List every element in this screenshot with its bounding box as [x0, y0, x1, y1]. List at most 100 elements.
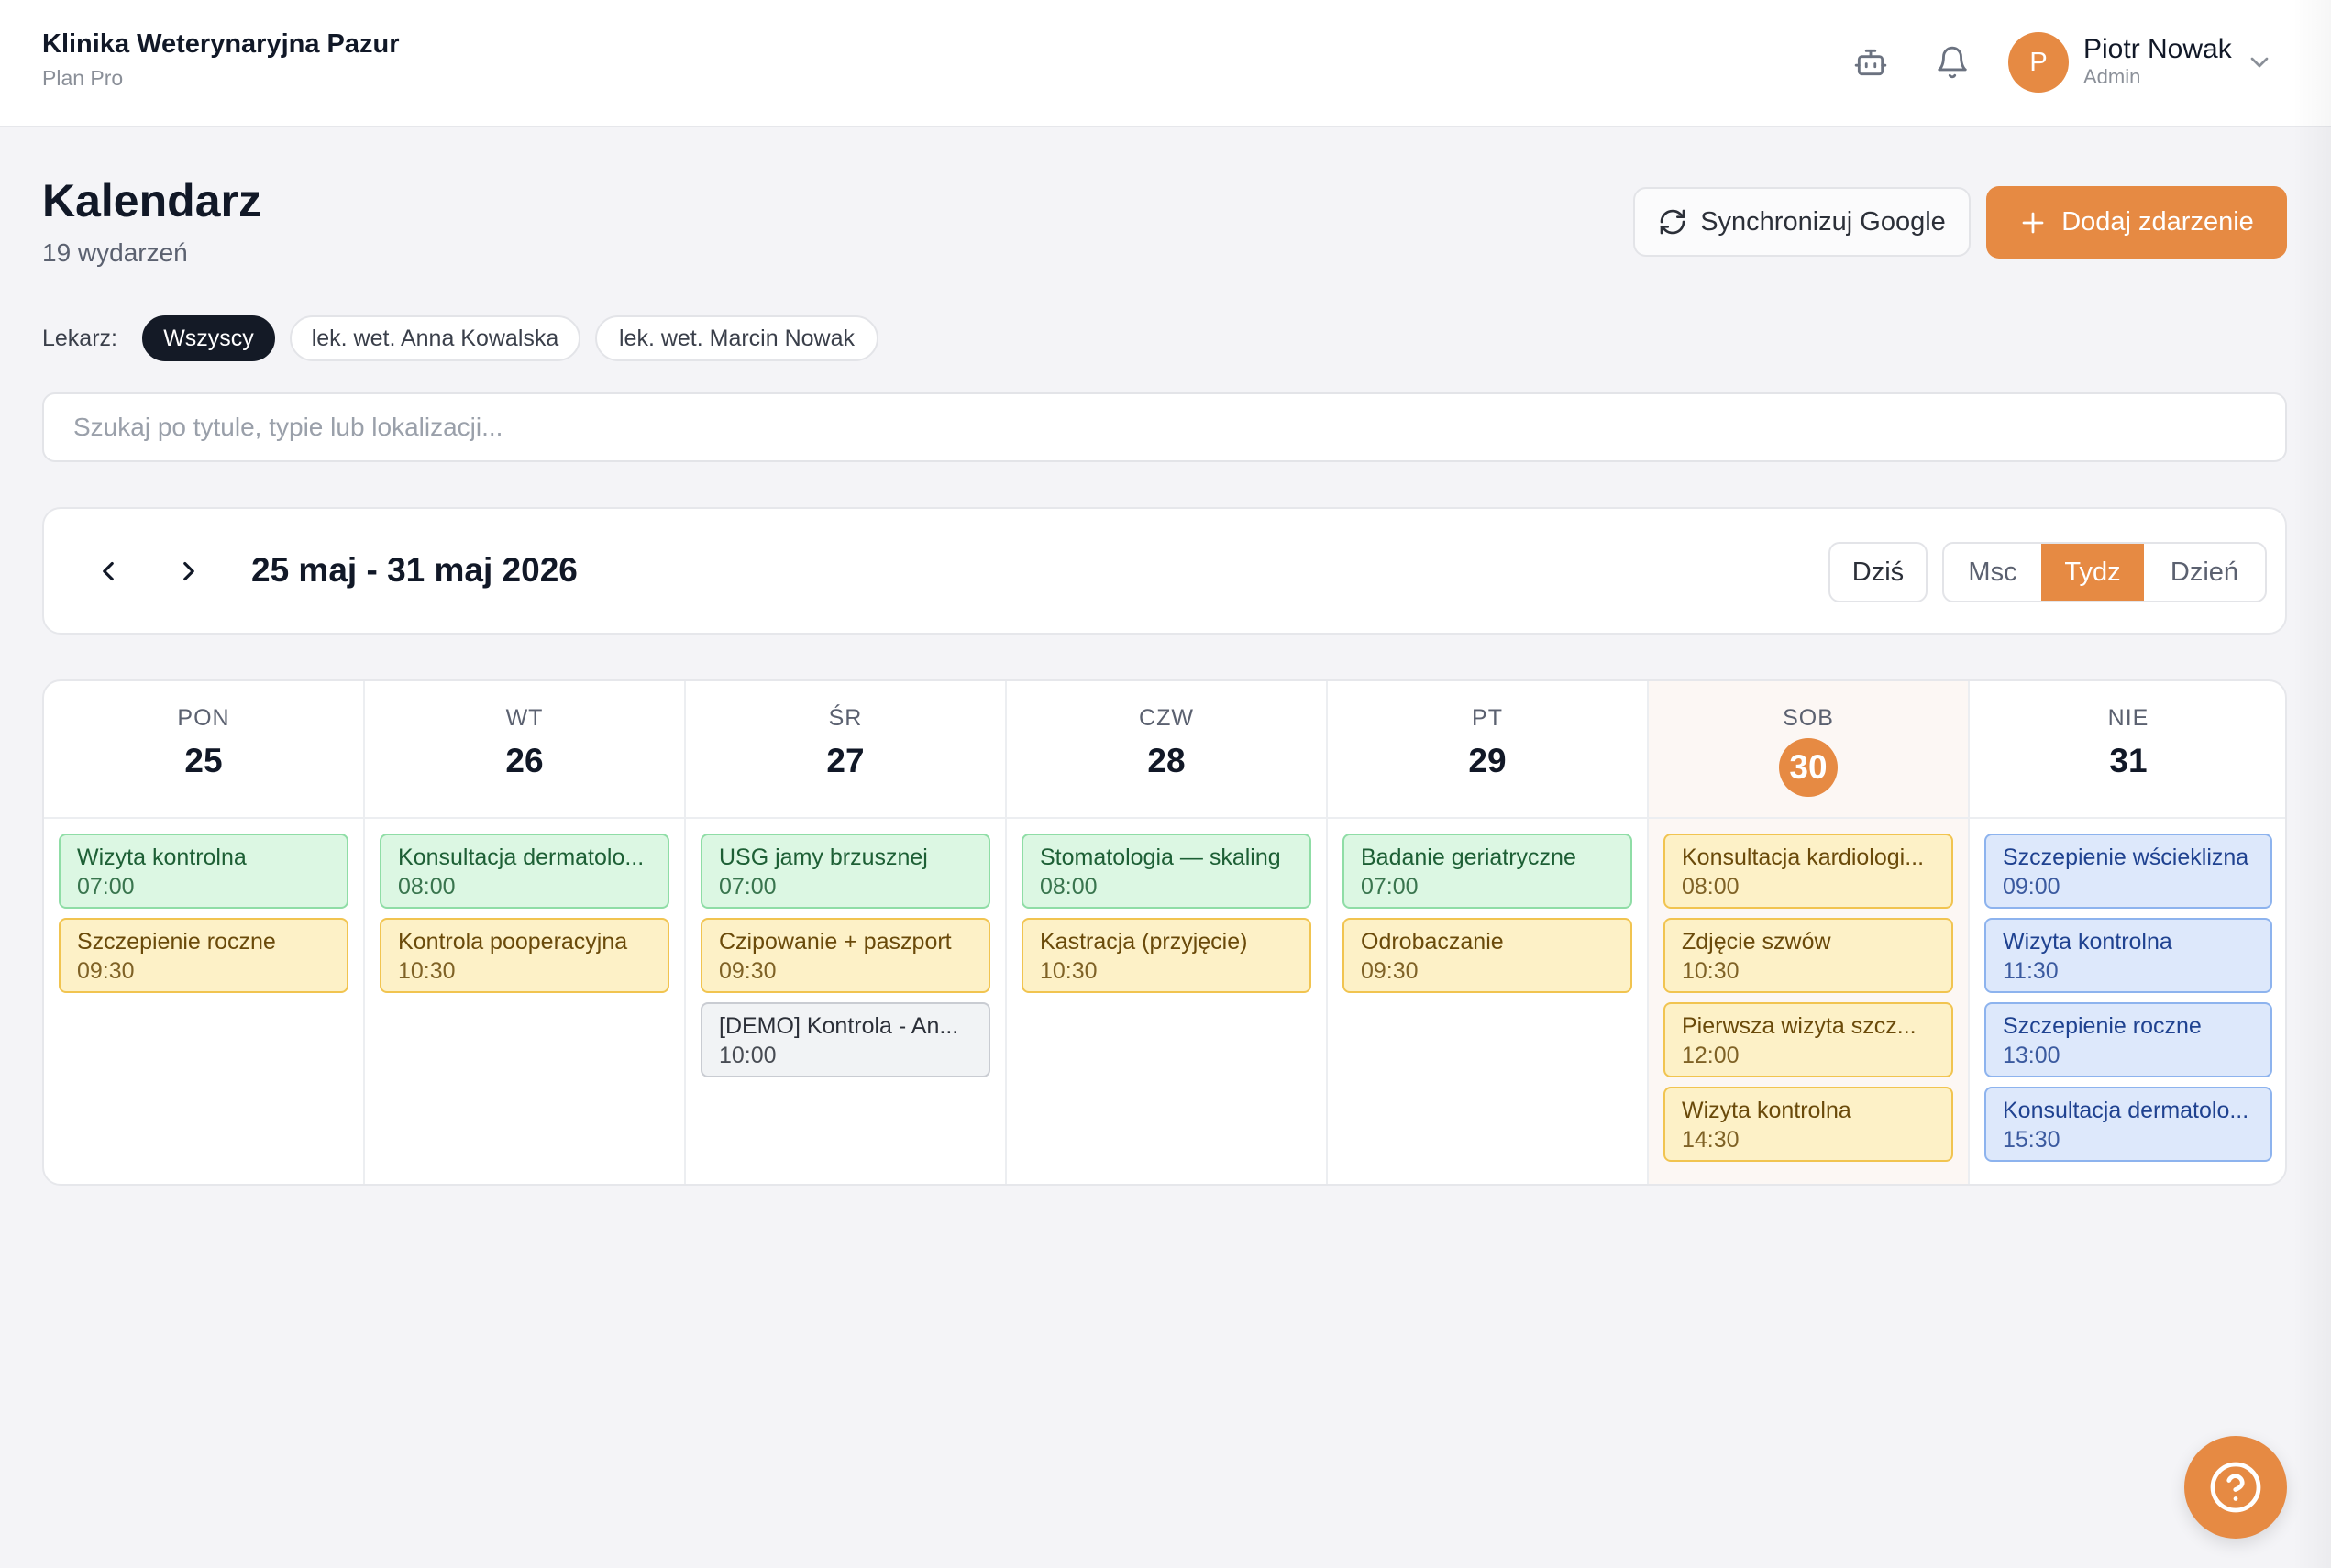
event-time: 09:30: [1361, 958, 1419, 984]
day-number: 27: [826, 742, 865, 779]
event-card[interactable]: Wizyta kontrolna 14:30: [1663, 1087, 1953, 1162]
day-column-fri[interactable]: PT 29 Badanie geriatryczne 07:00 Odrobac…: [1328, 681, 1649, 1184]
day-of-week: NIE: [2107, 705, 2149, 731]
event-card[interactable]: Czipowanie + paszport 09:30: [701, 918, 990, 993]
event-card[interactable]: Odrobaczanie 09:30: [1342, 918, 1632, 993]
chevron-right-icon[interactable]: [167, 549, 211, 593]
filter-chip-all[interactable]: Wszyscy: [142, 315, 275, 361]
sync-google-label: Synchronizuj Google: [1700, 206, 1946, 237]
event-card[interactable]: Wizyta kontrolna 07:00: [59, 834, 348, 909]
event-card[interactable]: USG jamy brzusznej 07:00: [701, 834, 990, 909]
event-card[interactable]: Badanie geriatryczne 07:00: [1342, 834, 1632, 909]
event-time: 10:30: [1040, 958, 1098, 984]
help-button[interactable]: [2184, 1436, 2287, 1539]
event-time: 10:30: [398, 958, 456, 984]
event-title: Konsultacja dermatolo...: [398, 845, 645, 870]
event-title: Szczepienie roczne: [77, 929, 276, 955]
chevron-left-icon[interactable]: [86, 549, 130, 593]
event-title: USG jamy brzusznej: [719, 845, 928, 870]
view-switcher: Msc Tydz Dzień: [1942, 542, 2267, 602]
event-card[interactable]: Pierwsza wizyta szcz... 12:00: [1663, 1002, 1953, 1077]
sync-google-button[interactable]: Synchronizuj Google: [1633, 187, 1971, 257]
event-time: 15:30: [2003, 1127, 2060, 1153]
event-card[interactable]: Stomatologia — skaling 08:00: [1022, 834, 1311, 909]
week-grid: PON 25 Wizyta kontrolna 07:00 Szczepieni…: [42, 679, 2287, 1186]
day-header: SOB 30: [1649, 681, 1968, 819]
event-time: 10:30: [1682, 958, 1740, 984]
user-name[interactable]: Piotr Nowak: [2083, 34, 2232, 65]
filter-chip-anna-kowalska[interactable]: lek. wet. Anna Kowalska: [290, 315, 580, 361]
event-title: Odrobaczanie: [1361, 929, 1504, 955]
plus-icon: [2019, 209, 2047, 237]
event-time: 13:00: [2003, 1043, 2060, 1068]
view-day-button[interactable]: Dzień: [2144, 544, 2265, 601]
event-title: Stomatologia — skaling: [1040, 845, 1281, 870]
event-time: 08:00: [398, 874, 456, 900]
event-title: [DEMO] Kontrola - An...: [719, 1013, 959, 1039]
day-header: NIE 31: [1970, 681, 2285, 819]
day-column-sun[interactable]: NIE 31 Szczepienie wścieklizna 09:00 Wiz…: [1970, 681, 2285, 1184]
event-card[interactable]: Konsultacja dermatolo... 15:30: [1984, 1087, 2272, 1162]
day-column-sat[interactable]: SOB 30 Konsultacja kardiologi... 08:00 Z…: [1649, 681, 1970, 1184]
day-column-tue[interactable]: WT 26 Konsultacja dermatolo... 08:00 Kon…: [365, 681, 686, 1184]
event-card[interactable]: Konsultacja dermatolo... 08:00: [380, 834, 669, 909]
refresh-icon: [1658, 207, 1687, 237]
event-time: 09:30: [77, 958, 135, 984]
event-time: 08:00: [1682, 874, 1740, 900]
event-time: 07:00: [1361, 874, 1419, 900]
view-month-button[interactable]: Msc: [1944, 544, 2041, 601]
event-title: Konsultacja kardiologi...: [1682, 845, 1925, 870]
day-column-thu[interactable]: CZW 28 Stomatologia — skaling 08:00 Kast…: [1007, 681, 1328, 1184]
calendar-toolbar: 25 maj - 31 maj 2026 Dziś Msc Tydz Dzień: [42, 507, 2287, 635]
event-card[interactable]: Zdjęcie szwów 10:30: [1663, 918, 1953, 993]
day-header: CZW 28: [1007, 681, 1326, 819]
day-of-week: PON: [177, 705, 230, 731]
event-card[interactable]: Kastracja (przyjęcie) 10:30: [1022, 918, 1311, 993]
event-card[interactable]: [DEMO] Kontrola - An... 10:00: [701, 1002, 990, 1077]
event-title: Wizyta kontrolna: [77, 845, 247, 870]
event-title: Kastracja (przyjęcie): [1040, 929, 1248, 955]
event-title: Kontrola pooperacyjna: [398, 929, 628, 955]
event-card[interactable]: Wizyta kontrolna 11:30: [1984, 918, 2272, 993]
day-of-week: PT: [1472, 705, 1503, 731]
question-circle-icon: [2208, 1460, 2263, 1515]
today-button[interactable]: Dziś: [1828, 542, 1928, 602]
event-card[interactable]: Szczepienie roczne 13:00: [1984, 1002, 2272, 1077]
event-title: Badanie geriatryczne: [1361, 845, 1576, 870]
search-input[interactable]: [42, 392, 2287, 462]
add-event-button[interactable]: Dodaj zdarzenie: [1986, 186, 2287, 259]
event-count: 19 wydarzeń: [42, 238, 188, 267]
event-time: 11:30: [2003, 958, 2059, 984]
event-card[interactable]: Konsultacja kardiologi... 08:00: [1663, 834, 1953, 909]
bell-icon[interactable]: [1932, 42, 1972, 83]
day-header: ŚR 27: [686, 681, 1005, 819]
event-title: Szczepienie wścieklizna: [2003, 845, 2249, 870]
avatar[interactable]: P: [2008, 32, 2069, 93]
day-number: 25: [184, 742, 223, 779]
event-title: Pierwsza wizyta szcz...: [1682, 1013, 1917, 1039]
day-number: 31: [2109, 742, 2148, 779]
event-card[interactable]: Szczepienie wścieklizna 09:00: [1984, 834, 2272, 909]
event-time: 09:00: [2003, 874, 2060, 900]
event-card[interactable]: Kontrola pooperacyjna 10:30: [380, 918, 669, 993]
day-number: 29: [1468, 742, 1507, 779]
plan-label: Plan Pro: [42, 66, 124, 90]
event-time: 12:00: [1682, 1043, 1740, 1068]
day-column-wed[interactable]: ŚR 27 USG jamy brzusznej 07:00 Czipowani…: [686, 681, 1007, 1184]
doctor-filter-label: Lekarz:: [42, 326, 117, 351]
event-time: 07:00: [77, 874, 135, 900]
event-time: 14:30: [1682, 1127, 1740, 1153]
chevron-down-icon[interactable]: [2245, 48, 2274, 77]
event-title: Wizyta kontrolna: [2003, 929, 2172, 955]
add-event-label: Dodaj zdarzenie: [2061, 207, 2254, 237]
event-card[interactable]: Szczepienie roczne 09:30: [59, 918, 348, 993]
day-number: 26: [505, 742, 544, 779]
robot-icon[interactable]: [1850, 42, 1891, 83]
filter-chip-marcin-nowak[interactable]: lek. wet. Marcin Nowak: [595, 315, 878, 361]
view-week-button[interactable]: Tydz: [2041, 544, 2144, 601]
day-column-mon[interactable]: PON 25 Wizyta kontrolna 07:00 Szczepieni…: [44, 681, 365, 1184]
event-time: 07:00: [719, 874, 777, 900]
day-header: WT 26: [365, 681, 684, 819]
today-day-number: 30: [1779, 738, 1838, 797]
event-title: Konsultacja dermatolo...: [2003, 1098, 2249, 1123]
